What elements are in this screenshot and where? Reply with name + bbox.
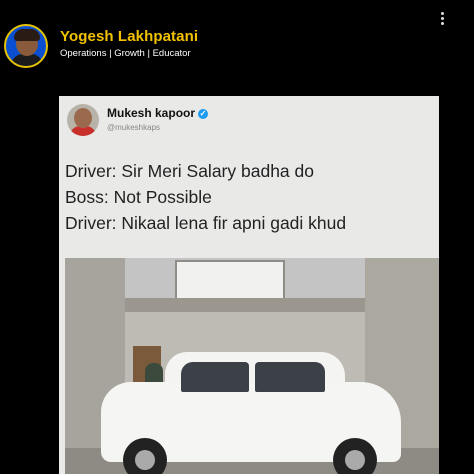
- garage-car-photo: [65, 258, 439, 474]
- profile-avatar[interactable]: [4, 24, 48, 68]
- wheel-hub: [135, 450, 155, 470]
- car-window-front: [181, 362, 249, 392]
- more-vertical-icon[interactable]: [438, 10, 446, 30]
- ceiling-beam: [125, 298, 365, 312]
- tweet-text: Driver: Sir Meri Salary badha do Boss: N…: [65, 158, 437, 236]
- tweet-author-name-text: Mukesh kapoor: [107, 106, 196, 120]
- car-window-rear: [255, 362, 325, 392]
- avatar-shirt: [11, 54, 43, 66]
- meme-image: Mukesh kapoor ✓ @mukeshkaps Driver: Sir M…: [59, 96, 439, 474]
- wheel-hub: [345, 450, 365, 470]
- skylight: [175, 260, 285, 300]
- profile-tagline: Operations | Growth | Educator: [60, 48, 191, 59]
- profile-name[interactable]: Yogesh Lakhpatani: [60, 28, 198, 45]
- tweet-author-name: Mukesh kapoor ✓: [107, 106, 209, 120]
- avatar-hair: [14, 29, 40, 41]
- avatar-head: [74, 108, 92, 128]
- tweet-line: Boss: Not Possible: [65, 187, 212, 207]
- car-front-wheel: [123, 438, 167, 474]
- car-rear-wheel: [333, 438, 377, 474]
- tweet-line: Driver: Sir Meri Salary badha do: [65, 161, 314, 181]
- verified-badge-icon: ✓: [198, 109, 209, 119]
- tweet-line: Driver: Nikaal lena fir apni gadi khud: [65, 213, 347, 233]
- tweet-author-avatar: [67, 104, 99, 136]
- post-header: Yogesh Lakhpatani Operations | Growth | …: [0, 0, 474, 92]
- tweet-author-handle: @mukeshkaps: [107, 123, 161, 132]
